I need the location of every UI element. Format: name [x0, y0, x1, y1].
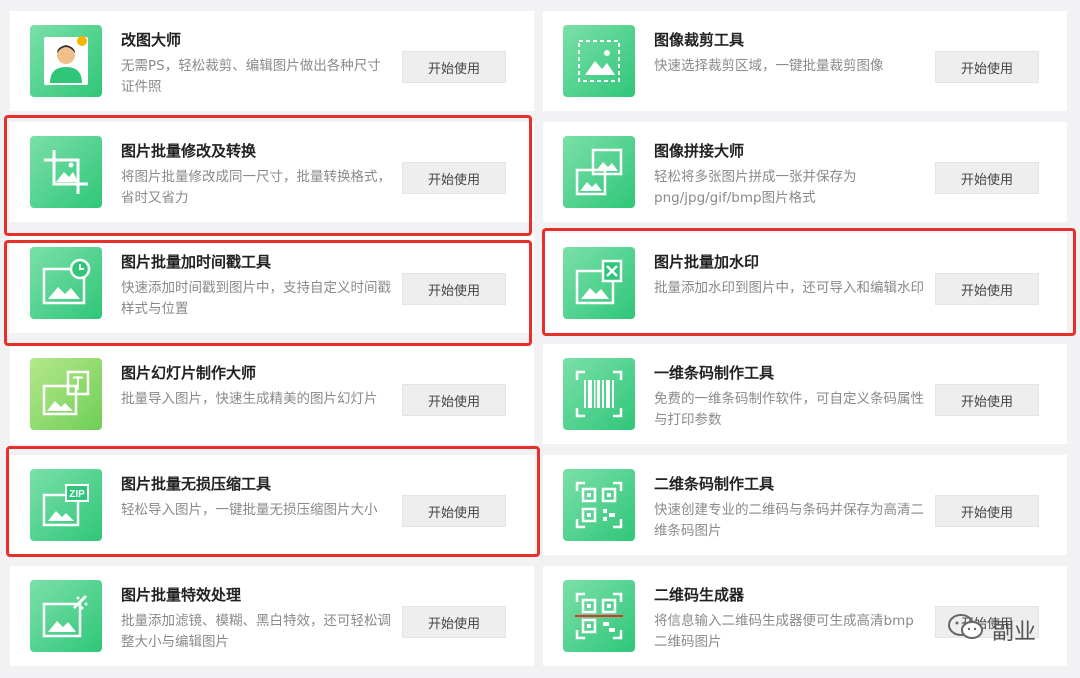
tool-title: 二维条码制作工具 [654, 475, 775, 493]
tool-card-slideshow[interactable]: 图片幻灯片制作大师 批量导入图片，快速生成精美的图片幻灯片 开始使用 [10, 344, 534, 444]
tool-description: 快速选择裁剪区域，一键批量裁剪图像 [654, 58, 884, 74]
svg-text:ZIP: ZIP [69, 489, 85, 500]
tool-card-watermark[interactable]: 图片批量加水印 批量添加水印到图片中，还可导入和编辑水印 开始使用 [543, 233, 1067, 333]
tool-title: 图片批量加时间戳工具 [121, 253, 272, 271]
crop-frame-icon [563, 25, 635, 97]
tool-title: 图片批量特效处理 [121, 586, 242, 604]
wechat-icon [946, 612, 986, 648]
start-button[interactable]: 开始使用 [402, 51, 506, 83]
tool-description: 快速创建专业的二维码与条码并保存为高清二维条码图片 [654, 502, 924, 539]
start-button[interactable]: 开始使用 [402, 495, 506, 527]
tool-description: 轻松将多张图片拼成一张并保存为png/jpg/gif/bmp图片格式 [654, 169, 857, 206]
start-button[interactable]: 开始使用 [402, 606, 506, 638]
tool-description: 批量添加滤镜、模糊、黑白特效，还可轻松调整大小与编辑图片 [121, 613, 391, 650]
start-button[interactable]: 开始使用 [402, 162, 506, 194]
tool-card-crop-image[interactable]: 图像裁剪工具 快速选择裁剪区域，一键批量裁剪图像 开始使用 [543, 11, 1067, 111]
start-button[interactable]: 开始使用 [935, 273, 1039, 305]
tool-title: 图片批量无损压缩工具 [121, 475, 272, 493]
qrcode-icon [563, 469, 635, 541]
start-button[interactable]: 开始使用 [402, 273, 506, 305]
start-button[interactable]: 开始使用 [935, 162, 1039, 194]
watermark-text: 副业 [992, 620, 1037, 645]
tool-description: 免费的一维条码制作软件，可自定义条码属性与打印参数 [654, 391, 924, 428]
tool-description: 批量添加水印到图片中，还可导入和编辑水印 [654, 280, 924, 296]
tool-description: 轻松导入图片，一键批量无损压缩图片大小 [121, 502, 378, 518]
effects-icon [30, 580, 102, 652]
tool-description: 快速添加时间戳到图片中，支持自定义时间戳样式与位置 [121, 280, 391, 317]
tool-title: 图像拼接大师 [654, 142, 745, 160]
tool-title: 图像裁剪工具 [654, 31, 745, 49]
tool-description: 无需PS，轻松裁剪、编辑图片做出各种尺寸证件照 [121, 58, 381, 95]
tool-title: 二维码生成器 [654, 586, 745, 604]
watermark-icon [563, 247, 635, 319]
start-button[interactable]: 开始使用 [402, 384, 506, 416]
qr-generator-icon [563, 580, 635, 652]
tool-card-batch-convert[interactable]: 图片批量修改及转换 将图片批量修改成同一尺寸，批量转换格式，省时又省力 开始使用 [10, 122, 534, 222]
tool-card-effects[interactable]: 图片批量特效处理 批量添加滤镜、模糊、黑白特效，还可轻松调整大小与编辑图片 开始… [10, 566, 534, 666]
zip-icon: ZIP [30, 469, 102, 541]
start-button[interactable]: 开始使用 [935, 384, 1039, 416]
tool-card-barcode[interactable]: 一维条码制作工具 免费的一维条码制作软件，可自定义条码属性与打印参数 开始使用 [543, 344, 1067, 444]
start-button[interactable]: 开始使用 [935, 495, 1039, 527]
tool-card-id-photo[interactable]: 改图大师 无需PS，轻松裁剪、编辑图片做出各种尺寸证件照 开始使用 [10, 11, 534, 111]
tool-title: 改图大师 [121, 31, 182, 49]
tool-description: 批量导入图片，快速生成精美的图片幻灯片 [121, 391, 378, 407]
tool-grid: 改图大师 无需PS，轻松裁剪、编辑图片做出各种尺寸证件照 开始使用 图像裁剪工具… [0, 0, 1080, 678]
tool-card-stitch[interactable]: 图像拼接大师 轻松将多张图片拼成一张并保存为png/jpg/gif/bmp图片格… [543, 122, 1067, 222]
crop-icon [30, 136, 102, 208]
watermark: 副业 [946, 612, 1036, 648]
tool-description: 将图片批量修改成同一尺寸，批量转换格式，省时又省力 [121, 169, 391, 206]
tool-card-compress[interactable]: ZIP 图片批量无损压缩工具 轻松导入图片，一键批量无损压缩图片大小 开始使用 [10, 455, 534, 555]
tool-title: 图片批量修改及转换 [121, 142, 257, 160]
barcode-icon [563, 358, 635, 430]
tool-title: 一维条码制作工具 [654, 364, 775, 382]
tool-card-qrcode[interactable]: 二维条码制作工具 快速创建专业的二维码与条码并保存为高清二维条码图片 开始使用 [543, 455, 1067, 555]
stitch-icon [563, 136, 635, 208]
timestamp-icon [30, 247, 102, 319]
tool-title: 图片幻灯片制作大师 [121, 364, 257, 382]
slideshow-icon [30, 358, 102, 430]
id-photo-icon [30, 25, 102, 97]
tool-title: 图片批量加水印 [654, 253, 760, 271]
start-button[interactable]: 开始使用 [935, 51, 1039, 83]
tool-description: 将信息输入二维码生成器便可生成高清bmp二维码图片 [654, 613, 914, 650]
tool-card-timestamp[interactable]: 图片批量加时间戳工具 快速添加时间戳到图片中，支持自定义时间戳样式与位置 开始使… [10, 233, 534, 333]
